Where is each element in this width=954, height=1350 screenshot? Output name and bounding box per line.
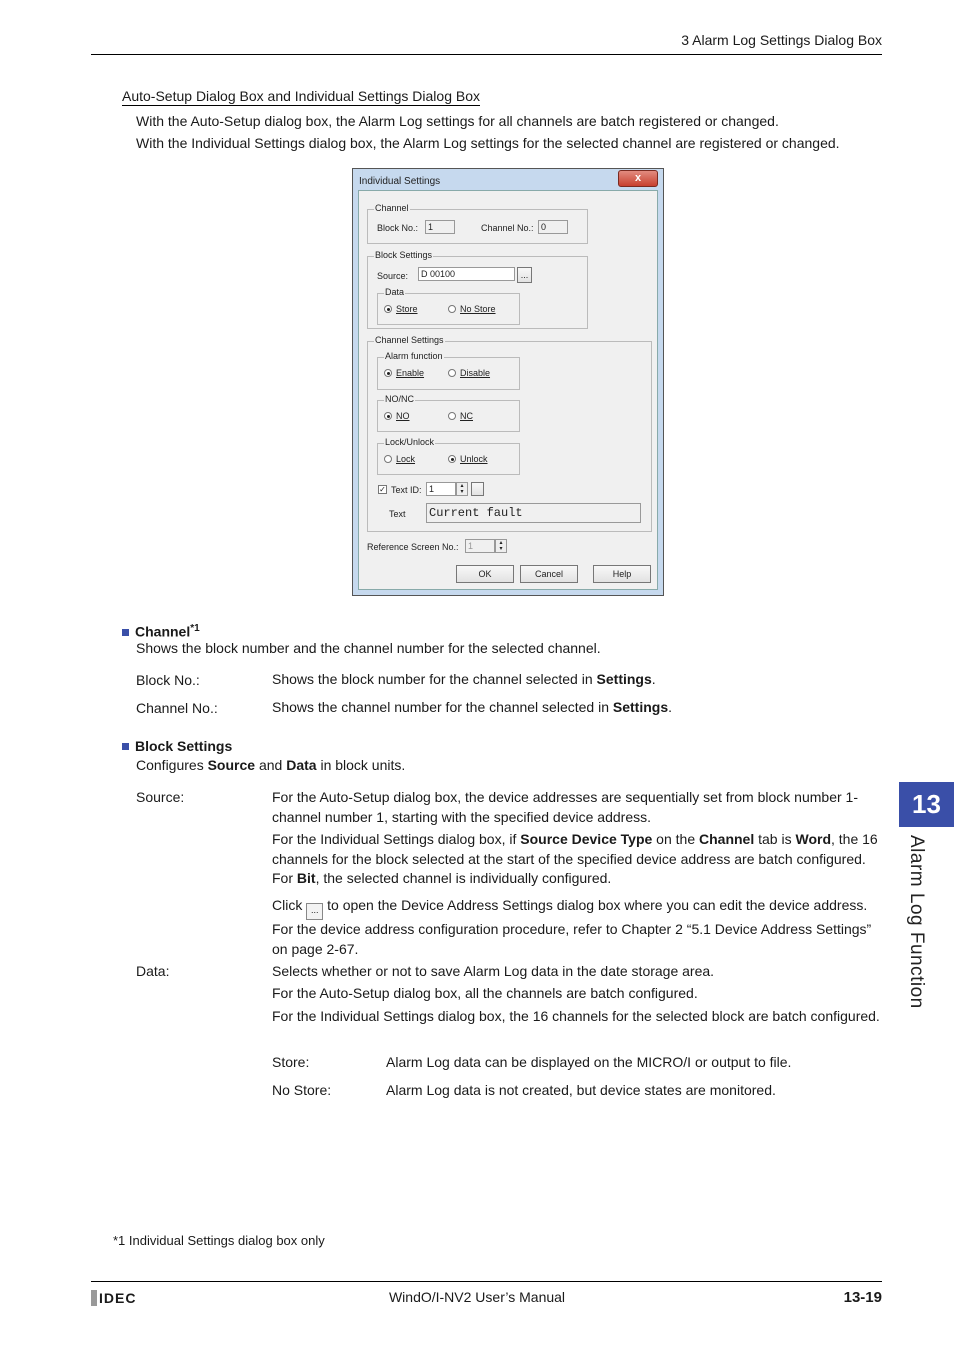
channel-desc: Shows the block number and the channel n… [136,640,601,656]
radio-selected-icon [384,369,392,377]
chapter-tab: 13 [899,782,954,827]
alarm-enable-radio[interactable]: Enable [384,368,424,378]
intro-line-2: With the Individual Settings dialog box,… [136,135,840,151]
radio-icon [448,369,456,377]
source-term: Source: [136,789,185,805]
text-id-browse-button[interactable] [471,482,484,496]
header-rule [91,54,882,55]
footnote-ref: *1 [190,623,200,634]
no-label: NO [396,411,410,421]
radio-icon [384,455,392,463]
alarm-disable-label: Disable [460,368,491,378]
help-button[interactable]: Help [593,565,651,583]
channel-no-label: Channel No.: [481,223,534,233]
nonc-group: NO/NC NO NC [377,394,520,432]
block-settings-heading-text: Block Settings [135,738,233,754]
individual-settings-dialog: Individual Settings x Channel Block No.:… [352,168,664,596]
page-number: 13-19 [843,1289,882,1306]
data-group-label: Data [384,287,406,297]
alarm-function-group: Alarm function Enable Disable [377,351,520,390]
text-field: Current fault [426,503,641,523]
ok-button[interactable]: OK [456,565,514,583]
radio-selected-icon [448,455,456,463]
unlock-radio[interactable]: Unlock [448,454,488,464]
channel-no-term: Channel No.: [136,700,218,716]
lock-radio[interactable]: Lock [384,454,415,464]
radio-selected-icon [384,412,392,420]
alarm-disable-radio[interactable]: Disable [448,368,490,378]
bullet-icon [122,628,129,636]
data-desc-2: For the Auto-Setup dialog box, all the c… [272,985,698,1001]
channel-no-desc: Shows the channel number for the channel… [272,699,673,715]
data-desc-1: Selects whether or not to save Alarm Log… [272,963,715,979]
cancel-button[interactable]: Cancel [520,565,578,583]
ref-screen-input[interactable]: 1 [465,539,495,553]
source-desc-2: For the Individual Settings dialog box, … [272,831,878,886]
text-id-input[interactable]: 1 [426,482,456,496]
nostore-desc: Alarm Log data is not created, but devic… [386,1082,776,1098]
intro-line-1: With the Auto-Setup dialog box, the Alar… [136,113,779,129]
radio-icon [448,412,456,420]
lock-unlock-label: Lock/Unlock [384,437,436,447]
channel-settings-label: Channel Settings [374,335,445,345]
block-settings-label: Block Settings [374,250,434,260]
source-input[interactable]: D 00100 [418,267,515,281]
nonc-label: NO/NC [384,394,415,404]
alarm-enable-label: Enable [396,368,425,378]
data-no-store-radio[interactable]: No Store [448,304,496,314]
source-desc-3: Click ... to open the Device Address Set… [272,897,872,957]
channel-no-field: 0 [538,220,568,234]
store-term: Store: [272,1054,310,1070]
no-radio[interactable]: NO [384,411,410,421]
block-settings-group: Block Settings Source: D 00100 ... Data … [367,250,588,329]
text-id-label: Text ID: [391,485,422,495]
block-no-term: Block No.: [136,672,200,688]
nc-label: NC [460,411,473,421]
data-no-store-label: No Store [460,304,496,314]
footnote: *1 Individual Settings dialog box only [113,1233,325,1248]
data-desc-3: For the Individual Settings dialog box, … [272,1008,880,1024]
store-desc: Alarm Log data can be displayed on the M… [386,1054,792,1070]
chapter-title: Alarm Log Function [906,835,927,1009]
section-title: Auto-Setup Dialog Box and Individual Set… [122,88,480,106]
lock-label: Lock [396,454,416,464]
radio-icon [448,305,456,313]
data-store-label: Store [396,304,418,314]
browse-button-icon: ... [306,903,324,920]
text-label: Text [389,509,406,519]
header-section-title: 3 Alarm Log Settings Dialog Box [681,32,882,48]
manual-title: WindO/I-NV2 User’s Manual [388,1289,566,1305]
source-browse-button[interactable]: ... [517,267,532,283]
dialog-body: Channel Block No.: 1 Channel No.: 0 Bloc… [358,190,658,590]
source-label: Source: [377,271,409,281]
close-icon[interactable]: x [618,170,658,187]
footer-rule [91,1281,882,1282]
ref-screen-label: Reference Screen No.: [367,542,459,552]
source-desc-1: For the Auto-Setup dialog box, the devic… [272,789,858,825]
data-store-radio[interactable]: Store [384,304,418,314]
radio-selected-icon [384,305,392,313]
data-term: Data: [136,963,170,979]
text-id-spinner[interactable]: ▴ ▾ [456,482,468,496]
ref-screen-spinner[interactable]: ▴ ▾ [495,539,507,553]
data-group: Data Store No Store [377,287,520,325]
nc-radio[interactable]: NC [448,411,473,421]
block-no-label: Block No.: [377,223,419,233]
unlock-label: Unlock [460,454,488,464]
channel-group: Channel Block No.: 1 Channel No.: 0 [367,203,588,244]
text-id-checkbox[interactable]: ✓ [378,485,387,494]
channel-group-label: Channel [374,203,410,213]
block-settings-desc: Configures Source and Data in block unit… [136,757,406,773]
block-no-desc: Shows the block number for the channel s… [272,671,656,687]
channel-settings-group: Channel Settings Alarm function Enable D… [367,335,652,532]
alarm-function-label: Alarm function [384,351,444,361]
bullet-icon [122,743,129,750]
lock-unlock-group: Lock/Unlock Lock Unlock [377,437,520,475]
nostore-term: No Store: [272,1082,332,1098]
dialog-title: Individual Settings [359,176,441,187]
block-no-field: 1 [425,220,455,234]
